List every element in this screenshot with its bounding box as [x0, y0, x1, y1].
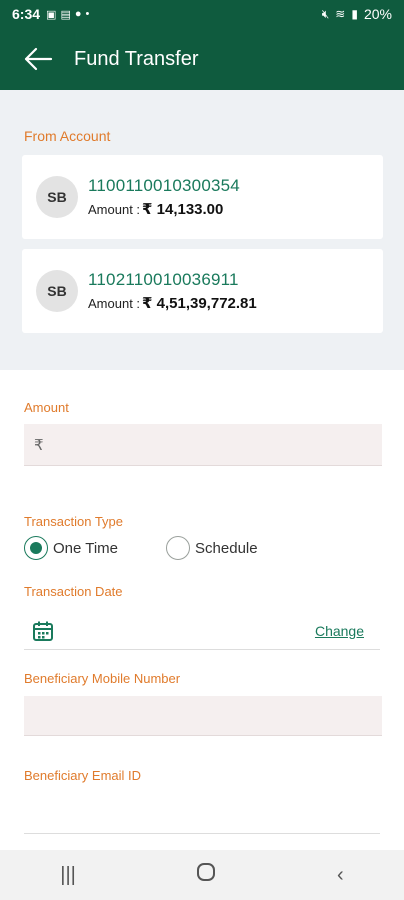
transaction-type-options: One Time Schedule [24, 536, 258, 560]
back-arrow-icon[interactable] [22, 43, 54, 75]
amount-label: Amount [24, 400, 69, 415]
transaction-type-label: Transaction Type [24, 514, 123, 529]
beneficiary-email-input[interactable] [24, 794, 380, 834]
more-notifications-icon: • [85, 8, 90, 20]
amount-value: ₹ 4,51,39,772.81 [142, 295, 257, 312]
amount-caption: Amount : [88, 296, 141, 311]
one-time-label[interactable]: One Time [53, 540, 118, 557]
change-date-link[interactable]: Change [315, 623, 364, 639]
signal-icon: ▮ [351, 7, 358, 21]
account-number: 1100110010300354 [88, 176, 240, 195]
account-type-avatar: SB [36, 176, 78, 218]
system-nav-bar: ||| ‹ [0, 850, 404, 900]
beneficiary-mobile-input[interactable] [24, 696, 382, 736]
mute-icon: 🔇︎ [321, 6, 330, 21]
home-icon[interactable] [196, 862, 216, 888]
transaction-date-label: Transaction Date [24, 584, 123, 599]
beneficiary-email-label: Beneficiary Email ID [24, 768, 142, 783]
from-account-section: From Account SB 1100110010300354 Amount … [0, 90, 404, 370]
chat-notification-icon: ● [74, 8, 82, 20]
account-amount: Amount : ₹ 14,133.00 [88, 200, 240, 218]
rupee-prefix: ₹ [34, 437, 44, 454]
wifi-icon: ≋ [335, 7, 346, 21]
app-bar: Fund Transfer [0, 28, 404, 90]
account-number: 1102110010036911 [88, 270, 239, 289]
page-title: Fund Transfer [74, 47, 199, 70]
one-time-radio[interactable] [24, 536, 48, 560]
gallery-notification-icon: ▣ [46, 8, 57, 21]
status-time: 6:34 [12, 6, 41, 22]
calendar-icon[interactable] [32, 620, 54, 642]
account-type-avatar: SB [36, 270, 78, 312]
status-bar: 6:34 ▣ ▤ ● • 🔇︎ ≋ ▮ 20% [0, 0, 404, 28]
beneficiary-mobile-label: Beneficiary Mobile Number [24, 671, 181, 686]
amount-caption: Amount : [88, 202, 141, 217]
schedule-radio[interactable] [166, 536, 191, 560]
battery-level: 20% [363, 6, 392, 22]
account-card[interactable]: SB 1102110010036911 Amount : ₹ 4,51,39,77… [22, 249, 383, 333]
transaction-date-field[interactable]: Change [24, 612, 380, 650]
from-account-label: From Account [24, 128, 111, 144]
account-amount: Amount : ₹ 4,51,39,772.81 [88, 294, 257, 312]
account-card[interactable]: SB 1100110010300354 Amount : ₹ 14,133.00 [22, 155, 383, 239]
amount-value: ₹ 14,133.00 [142, 201, 224, 218]
schedule-label[interactable]: Schedule [195, 540, 258, 557]
recents-icon[interactable]: ||| [60, 864, 76, 887]
photo-notification-icon: ▤ [60, 8, 71, 21]
radio-selected-dot [30, 542, 42, 554]
back-icon[interactable]: ‹ [337, 864, 344, 887]
amount-input[interactable]: ₹ [24, 424, 382, 466]
